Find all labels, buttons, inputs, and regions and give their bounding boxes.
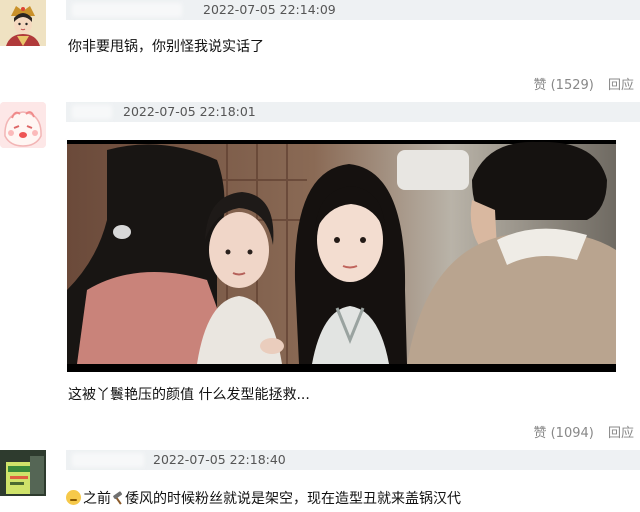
comment-header: 2022-07-05 22:18:40 [66, 450, 640, 470]
comment-actions: 赞 (1529) 回应 [523, 74, 634, 93]
avatar[interactable] [0, 0, 46, 46]
comment-text: 之前 倭风的时候粉丝就说是架空，现在造型丑就来盖锅汉代 [66, 488, 461, 508]
reply-button[interactable]: 回应 [608, 426, 634, 441]
avatar-image [0, 0, 46, 46]
avatar-image [0, 450, 46, 496]
weary-face-emoji-icon [66, 490, 81, 505]
comment-item: 2022-07-05 22:18:01 这被丫鬟艳压的颜值 什么发型能拯救...… [0, 100, 640, 450]
attached-image[interactable] [67, 140, 616, 372]
avatar[interactable] [0, 450, 46, 496]
avatar-image [0, 102, 46, 148]
comment-timestamp: 2022-07-05 22:18:40 [153, 452, 286, 467]
comment-item: 2022-07-05 22:14:09 你非要甩锅，你别怪我说实话了 赞 (15… [0, 0, 640, 100]
like-count: (1094) [550, 426, 594, 441]
comment-item: 2022-07-05 22:18:40 之前 倭风的时候粉丝就说是架空，现在造型丑… [0, 448, 640, 512]
like-button[interactable]: 赞 (1094) [533, 426, 593, 441]
comment-text-part1: 之前 [83, 491, 111, 507]
comment-text: 你非要甩锅，你别怪我说实话了 [68, 39, 264, 55]
drama-still-image [67, 140, 616, 372]
reply-button[interactable]: 回应 [608, 78, 634, 93]
comment-timestamp: 2022-07-05 22:18:01 [123, 104, 256, 119]
avatar[interactable] [0, 102, 46, 148]
username-blurred[interactable] [72, 3, 182, 17]
like-label: 赞 [533, 78, 547, 93]
comment-text: 这被丫鬟艳压的颜值 什么发型能拯救... [68, 387, 310, 403]
comment-text-part2: 倭风的时候粉丝就说是架空，现在造型丑就来盖锅汉代 [125, 491, 461, 507]
hammer-icon [113, 491, 123, 505]
comment-header: 2022-07-05 22:14:09 [66, 0, 640, 20]
comment-header: 2022-07-05 22:18:01 [66, 102, 640, 122]
like-label: 赞 [533, 426, 547, 441]
username-blurred[interactable] [72, 105, 112, 119]
username-blurred[interactable] [72, 453, 144, 467]
like-count: (1529) [550, 78, 594, 93]
like-button[interactable]: 赞 (1529) [533, 78, 593, 93]
comment-timestamp: 2022-07-05 22:14:09 [203, 2, 336, 17]
comment-actions: 赞 (1094) 回应 [523, 422, 634, 441]
